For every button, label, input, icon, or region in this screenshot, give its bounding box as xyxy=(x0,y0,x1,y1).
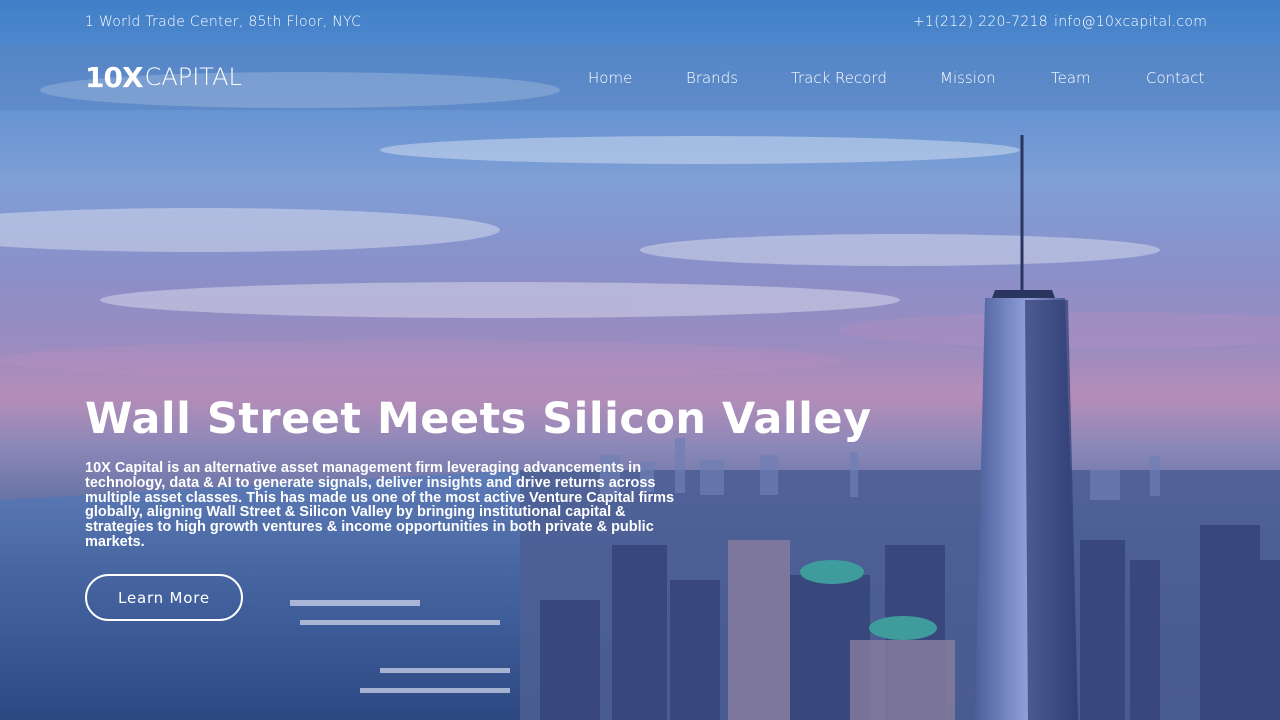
office-address: 1 World Trade Center, 85th Floor, NYC xyxy=(85,14,362,30)
contact-topbar: 1 World Trade Center, 85th Floor, NYC +1… xyxy=(0,0,1280,45)
nav-item-home[interactable]: Home xyxy=(588,69,632,87)
email-link[interactable]: info@10xcapital.com xyxy=(1054,14,1207,30)
phone-link[interactable]: +1(212) 220-7218 xyxy=(913,14,1048,30)
nav-item-mission[interactable]: Mission xyxy=(940,69,996,87)
nav-item-brands[interactable]: Brands xyxy=(686,69,738,87)
nav-item-contact[interactable]: Contact xyxy=(1146,69,1204,87)
nav-item-team[interactable]: Team xyxy=(1051,69,1091,87)
learn-more-button[interactable]: Learn More xyxy=(85,574,243,621)
nav-item-track-record[interactable]: Track Record xyxy=(791,69,887,87)
primary-nav: Home Brands Track Record Mission Team Co… xyxy=(0,69,1280,89)
hero-title: Wall Street Meets Silicon Valley xyxy=(85,394,872,444)
main-navbar: 10X CAPITAL Home Brands Track Record Mis… xyxy=(0,45,1280,110)
hero-description: 10X Capital is an alternative asset mana… xyxy=(85,460,675,550)
